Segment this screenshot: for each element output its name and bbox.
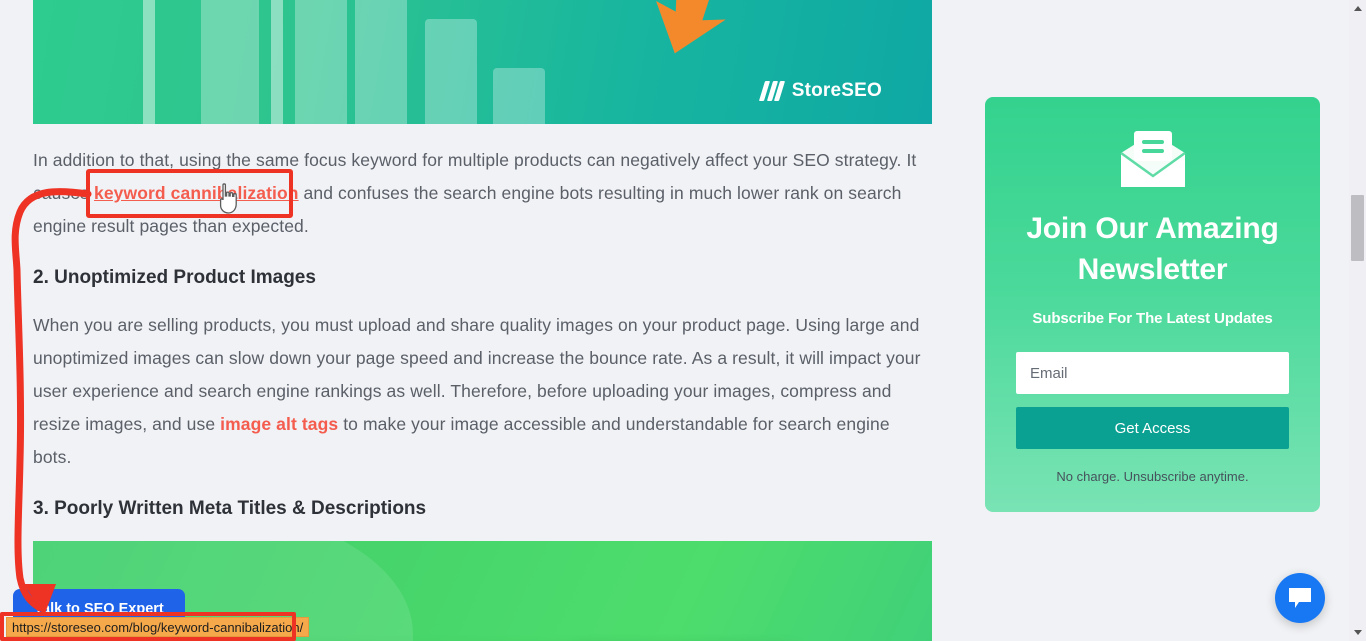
paragraph-images: When you are selling products, you must …: [33, 309, 932, 474]
scrollbar-up-arrow[interactable]: [1349, 0, 1366, 17]
mouse-cursor-pointer: [219, 183, 237, 214]
article-banner-image-top: SEO R StoreSEO: [33, 0, 932, 124]
newsletter-signup-card: Join Our Amazing Newsletter Subscribe Fo…: [985, 97, 1320, 512]
newsletter-get-access-button[interactable]: Get Access: [1016, 407, 1289, 449]
paragraph-intro: In addition to that, using the same focu…: [33, 144, 932, 243]
vertical-scrollbar[interactable]: [1349, 0, 1366, 641]
down-arrow-icon: [656, 0, 726, 54]
banner-bars: [33, 0, 932, 124]
newsletter-email-input[interactable]: [1016, 352, 1289, 394]
newsletter-subtitle: Subscribe For The Latest Updates: [1032, 310, 1273, 327]
scrollbar-track[interactable]: [1349, 0, 1366, 641]
scrollbar-down-arrow[interactable]: [1349, 624, 1366, 641]
newsletter-note: No charge. Unsubscribe anytime.: [1056, 469, 1249, 484]
newsletter-title: Join Our Amazing Newsletter: [1026, 212, 1279, 286]
section-heading-2: 2. Unoptimized Product Images: [33, 267, 316, 288]
envelope-open-icon: [1119, 131, 1186, 187]
status-bar-url: https://storeseo.com/blog/keyword-cannib…: [6, 617, 310, 637]
storeseo-logo-text: StoreSEO: [791, 80, 882, 101]
storeseo-logo-top: StoreSEO: [759, 80, 882, 102]
image-alt-tags-link[interactable]: image alt tags: [220, 414, 338, 434]
scrollbar-thumb[interactable]: [1351, 195, 1364, 261]
browser-page: SEO R StoreSEO In addition to that, usin…: [0, 0, 1366, 641]
section-heading-3: 3. Poorly Written Meta Titles & Descript…: [33, 498, 427, 519]
chat-widget-button[interactable]: [1275, 573, 1325, 623]
keyword-cannibalization-link[interactable]: keyword cannibalization: [94, 183, 299, 203]
article-content: SEO R StoreSEO In addition to that, usin…: [33, 0, 932, 641]
chat-bubble-icon: [1289, 588, 1311, 608]
